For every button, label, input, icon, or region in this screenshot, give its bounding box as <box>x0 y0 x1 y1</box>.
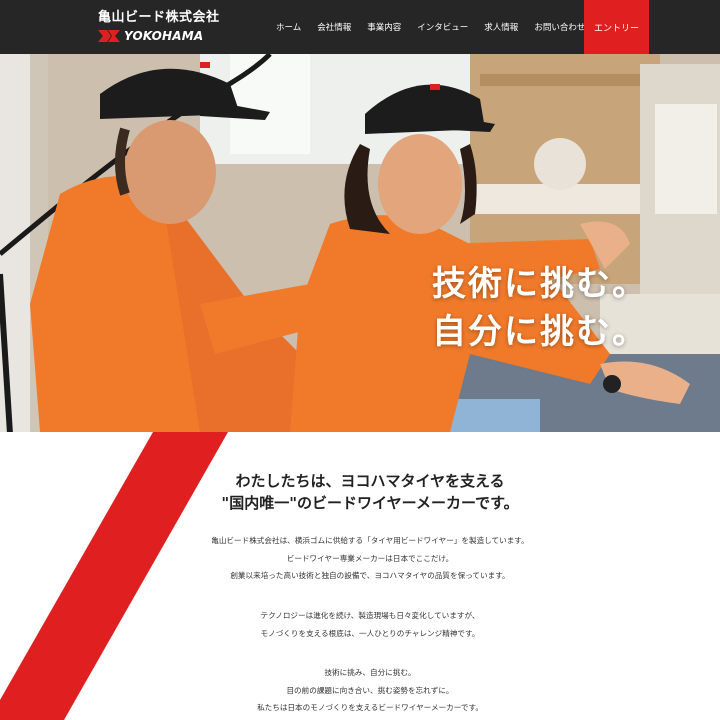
yokohama-logo: YOKOHAMA <box>98 29 228 43</box>
hero-catchcopy: 技術に挑む。 自分に挑む。 <box>432 260 648 356</box>
hero-photo-illustration <box>0 54 720 432</box>
hero-catch-line-1: 技術に挑む。 <box>432 264 648 304</box>
paragraph-line: 亀山ビード株式会社は、横浜ゴムに供給する「タイヤ用ビードワイヤー」を製造していま… <box>211 536 529 545</box>
paragraph-line: 目の前の課題に向き合い、挑む姿勢を忘れずに。 <box>286 685 454 695</box>
nav-business[interactable]: 事業内容 <box>367 21 401 33</box>
entry-button[interactable]: エントリー <box>584 0 649 54</box>
yokohama-mark-icon <box>98 30 120 42</box>
brand-name-jp: 亀山ビード株式会社 <box>98 10 220 25</box>
paragraph-mission: 技術に挑み、自分に挑む。 目の前の課題に向き合い、挑む姿勢を忘れずに。 私たちは… <box>180 664 560 717</box>
hero-catch-line-2: 自分に挑む。 <box>432 312 648 352</box>
paragraph-line: テクノロジーは進化を続け、製造現場も日々変化していますが、 <box>260 611 480 620</box>
paragraph-line: 技術に挑み、自分に挑む。 <box>324 668 416 677</box>
nav-interview[interactable]: インタビュー <box>417 21 468 33</box>
paragraph-company: 亀山ビード株式会社は、横浜ゴムに供給する「タイヤ用ビードワイヤー」を製造していま… <box>180 532 560 585</box>
paragraph-challenge: テクノロジーは進化を続け、製造現場も日々変化していますが、 モノづくりを支える根… <box>180 607 560 642</box>
paragraph-line: ビードワイヤー専業メーカーは日本でここだけ。 <box>286 553 454 563</box>
nav-contact[interactable]: お問い合わせ <box>534 21 585 33</box>
nav-home[interactable]: ホーム <box>276 21 301 33</box>
lead-line-1: わたしたちは、ヨコハマタイヤを支える <box>235 472 505 490</box>
paragraph-line: 創業以来培った高い技術と独自の設備で、ヨコハマタイヤの品質を保っています。 <box>230 571 510 580</box>
brand-logo[interactable]: 亀山ビード株式会社 YOKOHAMA <box>98 10 228 43</box>
global-nav: ホーム 会社情報 事業内容 インタビュー 求人情報 お問い合わせ <box>268 0 593 54</box>
site-header: 亀山ビード株式会社 YOKOHAMA ホーム 会社情報 事業内容 インタビュー … <box>0 0 720 54</box>
hero-image: 技術に挑む。 自分に挑む。 <box>0 54 720 432</box>
brand-name-en: YOKOHAMA <box>124 29 204 43</box>
paragraph-line: モノづくりを支える根底は、一人ひとりのチャレンジ精神です。 <box>260 628 480 638</box>
intro-section: わたしたちは、ヨコハマタイヤを支える "国内唯一"のビードワイヤーメーカーです。… <box>0 432 720 720</box>
paragraph-line: 私たちは日本のモノづくりを支えるビードワイヤーメーカーです。 <box>257 703 483 712</box>
lead-heading: わたしたちは、ヨコハマタイヤを支える "国内唯一"のビードワイヤーメーカーです。 <box>200 470 540 514</box>
nav-company[interactable]: 会社情報 <box>317 21 351 33</box>
nav-recruit[interactable]: 求人情報 <box>484 21 518 33</box>
lead-line-2: "国内唯一"のビードワイヤーメーカーです。 <box>221 494 519 512</box>
